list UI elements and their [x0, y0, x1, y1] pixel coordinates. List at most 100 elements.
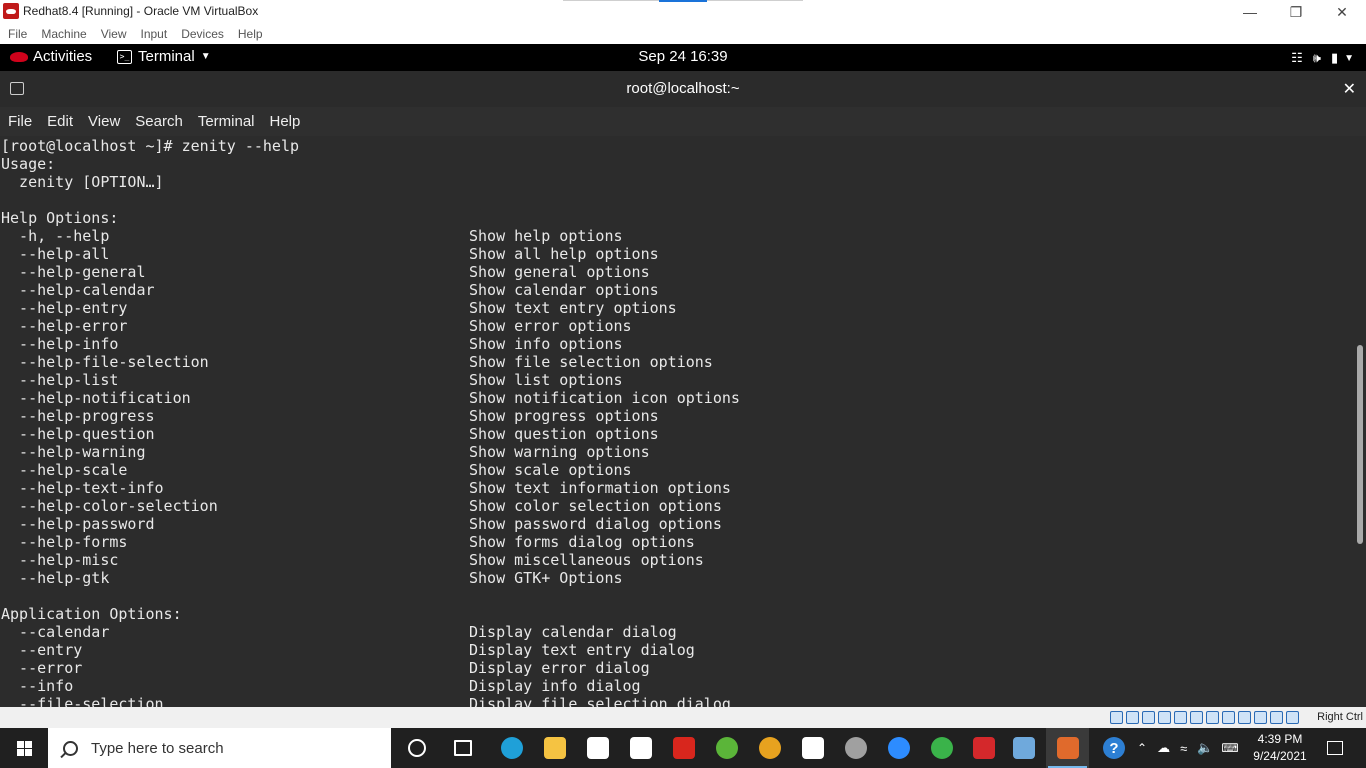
system-menu[interactable]: ☷ 🕪 ▮ ▼: [1281, 47, 1354, 69]
terminal-line-option: --help-warning: [1, 443, 146, 461]
terminal-line-description: Show progress options: [469, 407, 659, 425]
virtualbox-window-title: Redhat8.4 [Running] - Oracle VM VirtualB…: [23, 4, 259, 18]
start-button[interactable]: [0, 728, 48, 768]
activities-button[interactable]: Activities: [10, 48, 92, 65]
terminal-line-description: Show GTK+ Options: [469, 569, 623, 587]
taskbar-clock[interactable]: 4:39 PM 9/24/2021: [1248, 731, 1312, 765]
term-menu-terminal[interactable]: Terminal: [198, 113, 255, 130]
terminal-line-description: Show error options: [469, 317, 632, 335]
terminal-line-description: Show list options: [469, 371, 623, 389]
terminal-output[interactable]: [root@localhost ~]# zenity --help Usage: …: [0, 136, 1355, 707]
terminal-title-container: root@localhost:~: [0, 80, 1366, 97]
chevron-down-icon: ▼: [1344, 52, 1354, 64]
shared-folders-icon[interactable]: [1190, 711, 1203, 724]
taskbar-app-app-lightning[interactable]: [619, 728, 662, 768]
taskbar-app-file-explorer[interactable]: [533, 728, 576, 768]
network-adapter-icon[interactable]: [1158, 711, 1171, 724]
scrollbar-thumb[interactable]: [1357, 345, 1363, 544]
restore-button[interactable]: ❐: [1273, 0, 1319, 24]
terminal-scrollbar[interactable]: [1355, 136, 1366, 707]
terminal-line-option: --help-all: [1, 245, 110, 263]
term-menu-file[interactable]: File: [8, 113, 32, 130]
cortana-icon: [407, 739, 426, 757]
date-time-button[interactable]: Sep 24 16:39: [638, 48, 727, 65]
taskbar-search-box[interactable]: Type here to search: [48, 728, 391, 768]
vb-menu-input[interactable]: Input: [141, 27, 168, 41]
terminal-line: --help-progress Show progress options: [1, 407, 659, 425]
close-icon[interactable]: ✕: [1343, 79, 1356, 99]
taskbar-app-camera[interactable]: [834, 728, 877, 768]
taskbar-app-chrome[interactable]: [748, 728, 791, 768]
terminal-window-icon[interactable]: [10, 82, 24, 95]
taskbar-app-vm-active[interactable]: [1046, 728, 1089, 768]
system-tray: ? ⌃ ☁ ≈ 🔈 ⌨: [1098, 728, 1239, 768]
taskbar-app-settings[interactable]: [791, 728, 834, 768]
redhat-logo-icon: [10, 51, 28, 62]
vb-menu-file[interactable]: File: [8, 27, 27, 41]
speaker-icon[interactable]: 🔈: [1197, 740, 1213, 756]
virtualbox-titlebar: Redhat8.4 [Running] - Oracle VM VirtualB…: [0, 0, 1366, 24]
cloud-icon[interactable]: ☁: [1157, 740, 1170, 756]
virtualbox-menubar: File Machine View Input Devices Help: [0, 24, 1366, 44]
audio-icon[interactable]: [1142, 711, 1155, 724]
taskbar-app-redhat-vm[interactable]: [962, 728, 1005, 768]
optical-drive-icon[interactable]: [1126, 711, 1139, 724]
terminal-line: --help-gtk Show GTK+ Options: [1, 569, 622, 587]
terminal-line-description: Show file selection options: [469, 353, 713, 371]
keyboard-icon[interactable]: ⌨: [1221, 741, 1238, 755]
display-icon[interactable]: [1206, 711, 1219, 724]
term-menu-view[interactable]: View: [88, 113, 120, 130]
close-window-button[interactable]: ✕: [1319, 0, 1365, 24]
terminal-line-option: --help-calendar: [1, 281, 155, 299]
taskbar-app-acrobat[interactable]: [662, 728, 705, 768]
taskbar-app-virtualbox[interactable]: [1002, 728, 1045, 768]
edge-icon: [500, 737, 523, 759]
virtualbox-icon: [1012, 737, 1035, 759]
taskbar-date: 9/24/2021: [1253, 749, 1307, 763]
vb-menu-view[interactable]: View: [101, 27, 127, 41]
virtualbox-statusbar: Right Ctrl: [0, 707, 1366, 728]
vm-mini-toolbar-left[interactable]: [563, 0, 659, 1]
term-menu-search[interactable]: Search: [135, 113, 183, 130]
terminal-text-area[interactable]: [root@localhost ~]# zenity --help Usage: …: [1, 137, 740, 707]
volume-icon: 🕪: [1312, 50, 1321, 65]
terminal-line-description: Show scale options: [469, 461, 632, 479]
terminal-line-option: --help-notification: [1, 389, 191, 407]
chevron-down-icon: ▼: [200, 51, 211, 62]
taskbar-app-dropbox[interactable]: [576, 728, 619, 768]
term-menu-edit[interactable]: Edit: [47, 113, 73, 130]
action-center-button[interactable]: [1320, 728, 1350, 768]
utorrent-icon: [715, 737, 738, 759]
taskbar-app-edge[interactable]: [490, 728, 533, 768]
vb-menu-machine[interactable]: Machine: [41, 27, 86, 41]
terminal-line-description: Show forms dialog options: [469, 533, 695, 551]
redhat-vm-icon: [972, 737, 995, 759]
chevron-up-icon[interactable]: ⌃: [1137, 741, 1147, 755]
vm-mini-toolbar-center[interactable]: [659, 0, 707, 2]
terminal-window-title: root@localhost:~: [626, 80, 740, 97]
recording-icon[interactable]: [1222, 711, 1235, 724]
wifi-icon[interactable]: ≈: [1180, 741, 1187, 756]
download-icon[interactable]: [1286, 711, 1299, 724]
hard-disk-icon[interactable]: [1110, 711, 1123, 724]
taskbar-app-zoom[interactable]: [877, 728, 920, 768]
vt-x-icon[interactable]: [1238, 711, 1251, 724]
mouse-integration-icon[interactable]: [1254, 711, 1267, 724]
vb-menu-devices[interactable]: Devices: [181, 27, 224, 41]
taskbar-app-app-ring[interactable]: [920, 728, 963, 768]
notification-icon: [1327, 741, 1343, 755]
taskbar-app-task-view[interactable]: [441, 728, 484, 768]
taskbar-app-utorrent[interactable]: [705, 728, 748, 768]
minimize-button[interactable]: —: [1227, 0, 1273, 24]
help-icon[interactable]: ?: [1103, 737, 1125, 759]
app-menu-button[interactable]: >_ Terminal ▼: [117, 48, 211, 65]
vm-mini-toolbar-right[interactable]: [707, 0, 803, 1]
usb-icon[interactable]: [1174, 711, 1187, 724]
taskbar-app-cortana[interactable]: [395, 728, 438, 768]
keyboard-capture-icon[interactable]: [1270, 711, 1283, 724]
vb-menu-help[interactable]: Help: [238, 27, 263, 41]
term-menu-help[interactable]: Help: [270, 113, 301, 130]
terminal-line-option: --help-general: [1, 263, 146, 281]
terminal-line-option: Application Options:: [1, 605, 182, 623]
search-placeholder: Type here to search: [91, 739, 224, 757]
